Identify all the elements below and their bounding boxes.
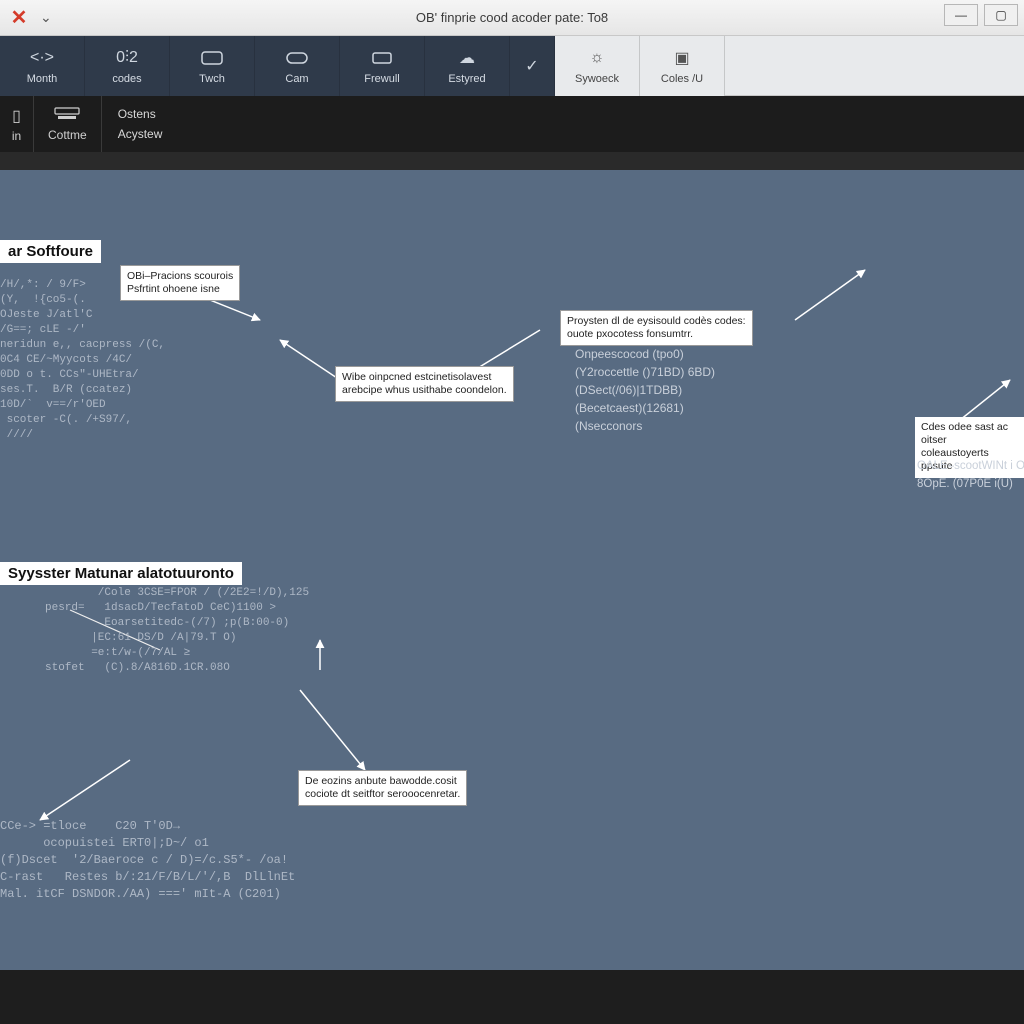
toolbar-btn-estyred[interactable]: ☁ Estyred	[425, 36, 510, 96]
cam-icon	[286, 47, 308, 69]
arrows-icon: <·>	[30, 47, 54, 69]
toolbar-label: Estyred	[448, 73, 485, 85]
toolbar-label: Frewull	[364, 73, 399, 85]
window-titlebar: ✕ ⌄ OB' finprie cood acoder pate: To8 — …	[0, 0, 1024, 36]
callout-line: De eozins anbute bawodde.cosit	[305, 775, 460, 788]
listing-line: (Nsecconors	[575, 417, 715, 435]
callout-d-sub: OALE–scootWINt i OE 8OpE. (07P0E i(U)	[917, 457, 1024, 493]
callout-line: arebcipe whus usithabe coondelon.	[342, 384, 507, 397]
toolbar-btn-codes[interactable]: 0⫶2 codes	[85, 36, 170, 96]
codes-icon: 0⫶2	[116, 47, 138, 69]
toolbar-btn-twch[interactable]: Twch	[170, 36, 255, 96]
minimize-button[interactable]: —	[944, 4, 978, 26]
toolbar-btn-coles[interactable]: ▣ Coles /U	[640, 36, 725, 96]
chevron-down-icon[interactable]: ⌄	[40, 9, 52, 26]
close-icon[interactable]: ✕	[8, 5, 30, 30]
callout-line: ouote pxocotess fonsumtrr.	[567, 328, 746, 341]
toolbar-btn-month[interactable]: <·> Month	[0, 36, 85, 96]
panel-icon: ▣	[674, 47, 689, 69]
toolbar-label: Twch	[199, 73, 225, 85]
sec-menu-item[interactable]: Acystew	[118, 127, 163, 141]
listing-line: (Y2roccettle ()71BD) 6BD)	[575, 363, 715, 381]
sec-menu-item[interactable]: Ostens	[118, 107, 163, 121]
frewull-icon	[371, 47, 393, 69]
callout-b: Wibe oinpcned estcinetisolavest arebcipe…	[335, 366, 514, 402]
main-canvas: ar Softfoure OBi–Pracions scourois Psfrt…	[0, 170, 1024, 970]
sec-label: Cottme	[48, 128, 87, 142]
toolbar-label: Coles /U	[661, 73, 703, 85]
footer-strip	[0, 970, 1024, 1024]
callout-line: Cdes odee sast ac oitser	[921, 421, 1018, 447]
listing-line: Onpeescocod (tpo0)	[575, 345, 715, 363]
toolbar-btn-check[interactable]: ✓	[510, 36, 555, 96]
secondary-toolbar: ▯ in Cottme Ostens Acystew	[0, 96, 1024, 152]
callout-line: Proysten dl de eysisould codès codes:	[567, 315, 746, 328]
check-icon: ✓	[525, 55, 538, 77]
callout-e: De eozins anbute bawodde.cosit cociote d…	[298, 770, 467, 806]
callout-line: Wibe oinpcned estcinetisolavest	[342, 371, 507, 384]
device-icon	[54, 106, 80, 125]
code-block-1: /H/,*: / 9/F> (Y, !{co5-(. OJeste J/atl'…	[0, 278, 165, 443]
listing-line: OALE–scootWINt i OE	[917, 457, 1024, 475]
window-title: OB' finprie cood acoder pate: To8	[0, 10, 1024, 25]
toolbar-btn-sywoeck[interactable]: ☼ Sywoeck	[555, 36, 640, 96]
section-title-softfoure: ar Softfoure	[0, 240, 101, 263]
doc-icon: ▯	[12, 106, 21, 126]
sec-btn-in[interactable]: ▯ in	[0, 96, 34, 152]
listing-line: (Becetcaest)(12681)	[575, 399, 715, 417]
primary-toolbar: <·> Month 0⫶2 codes Twch Cam Frewull ☁ E…	[0, 36, 1024, 96]
toolbar-label: Month	[27, 73, 58, 85]
callout-c: Proysten dl de eysisould codès codes: ou…	[560, 310, 753, 346]
toolbar-label: codes	[112, 73, 141, 85]
toolbar-label: Cam	[285, 73, 308, 85]
gear-icon: ☼	[590, 47, 605, 69]
callout-line: cociote dt seitftor serooocenretar.	[305, 788, 460, 801]
toolbar-spacer	[725, 36, 1024, 96]
code-listing: Onpeescocod (tpo0) (Y2roccettle ()71BD) …	[575, 345, 715, 435]
toolbar-btn-cam[interactable]: Cam	[255, 36, 340, 96]
sec-btn-cottme[interactable]: Cottme	[34, 96, 102, 152]
toolbar-btn-frewull[interactable]: Frewull	[340, 36, 425, 96]
sec-menu: Ostens Acystew	[102, 96, 179, 152]
code-block-2: /Cole 3CSE=FPOR / (/2E2=!/D),125 pesrd= …	[45, 586, 309, 676]
cloud-icon: ☁	[459, 47, 475, 69]
listing-line: 8OpE. (07P0E i(U)	[917, 475, 1024, 493]
sec-label: in	[12, 129, 21, 143]
maximize-button[interactable]: ▢	[984, 4, 1018, 26]
code-block-3: CCe-> =tloce C20 T'0D→ ocopuistei ERT0|;…	[0, 818, 295, 903]
rect-icon	[201, 47, 223, 69]
section-title-syysster: Syysster Matunar alatotuuronto	[0, 562, 242, 585]
listing-line: (DSect(/06)|1TDBB)	[575, 381, 715, 399]
toolbar-label: Sywoeck	[575, 73, 619, 85]
